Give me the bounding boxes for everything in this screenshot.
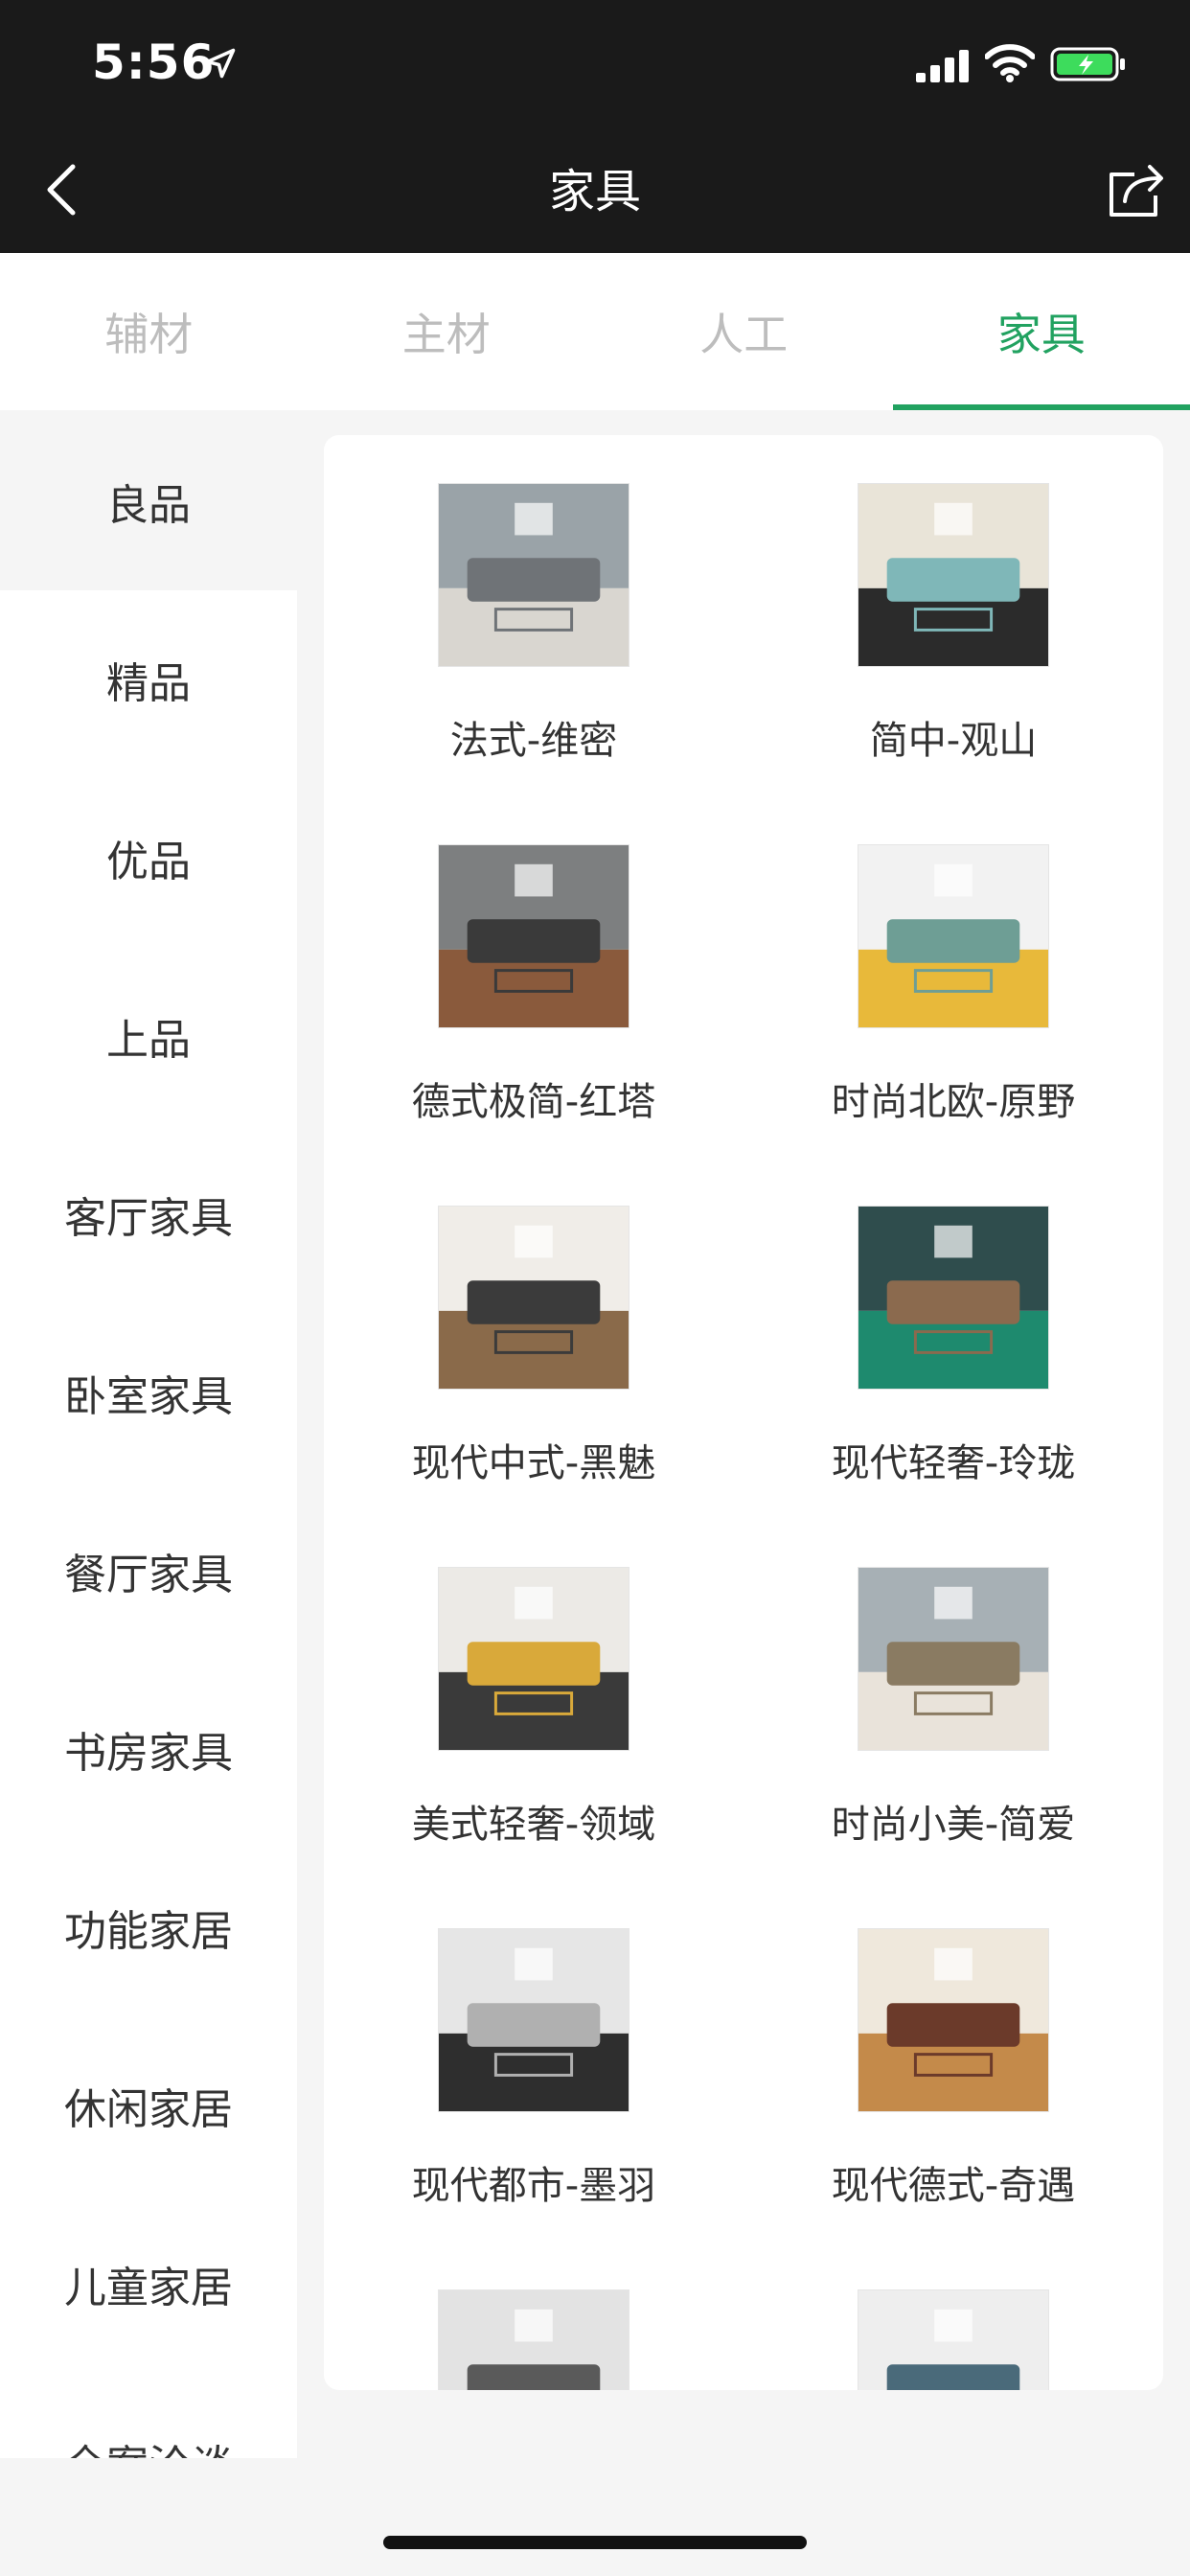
wifi-icon	[985, 44, 1035, 82]
product-label: 美式轻奢-领域	[411, 1803, 656, 1847]
tab-labor[interactable]: 人工	[595, 253, 893, 410]
tab-auxiliary[interactable]: 辅材	[0, 253, 298, 410]
sidebar-item-living-room[interactable]: 客厅家具	[0, 1125, 297, 1303]
sidebar-item-full-case[interactable]: 全案洽谈	[0, 2373, 297, 2458]
product-card[interactable]: 现代轻奢-玲珑	[744, 1206, 1163, 1567]
product-image	[438, 1567, 629, 1751]
product-image	[438, 483, 629, 667]
page-title: 家具	[548, 165, 641, 218]
sidebar-item-bedroom[interactable]: 卧室家具	[0, 1303, 297, 1482]
product-card[interactable]: 时尚小美-简爱	[744, 1567, 1163, 1928]
product-label: 现代中式-黑魅	[411, 1441, 656, 1485]
product-label: 简中-观山	[869, 719, 1038, 763]
product-card[interactable]: 现代都市-墨羽	[324, 1928, 744, 2289]
product-label: 现代轻奢-玲珑	[831, 1441, 1076, 1485]
product-image	[438, 844, 629, 1028]
sidebar-item-liangpin[interactable]: 良品	[0, 412, 297, 590]
product-card[interactable]: 现代德式-奇遇	[744, 1928, 1163, 2289]
sidebar-item-study[interactable]: 书房家具	[0, 1660, 297, 1838]
product-card[interactable]	[744, 2289, 1163, 2390]
sidebar-item-children[interactable]: 儿童家居	[0, 2195, 297, 2373]
tab-furniture[interactable]: 家具	[892, 253, 1190, 410]
home-indicator	[383, 2536, 807, 2549]
sidebar-item-dining-room[interactable]: 餐厅家具	[0, 1482, 297, 1660]
product-label: 时尚小美-简爱	[831, 1803, 1076, 1847]
product-image	[858, 844, 1049, 1028]
top-bar: 5:56 家具	[0, 0, 1190, 253]
sidebar-item-functional[interactable]: 功能家居	[0, 1838, 297, 2016]
tab-main-material[interactable]: 主材	[298, 253, 596, 410]
product-image	[438, 2289, 629, 2390]
product-image	[858, 1567, 1049, 1751]
product-image	[858, 2289, 1049, 2390]
location-arrow-icon	[205, 48, 236, 79]
sidebar-item-jingpin[interactable]: 精品	[0, 590, 297, 769]
category-tabs: 辅材 主材 人工 家具	[0, 253, 1190, 410]
product-card[interactable]: 德式极简-红塔	[324, 844, 744, 1206]
product-card[interactable]: 现代中式-黑魅	[324, 1206, 744, 1567]
status-time: 5:56	[92, 34, 216, 90]
product-label: 现代德式-奇遇	[831, 2164, 1076, 2208]
cellular-signal-icon	[916, 50, 969, 82]
product-image	[858, 1206, 1049, 1390]
product-grid: 法式-维密 简中-观山德式极简-红塔 时尚北欧-原野现代中式-黑魅 现代轻奢-玲珑美式…	[324, 435, 1163, 2390]
battery-charging-icon	[1050, 47, 1125, 81]
sidebar-item-leisure[interactable]: 休闲家居	[0, 2016, 297, 2195]
product-image	[438, 1206, 629, 1390]
product-label: 现代都市-墨羽	[411, 2164, 656, 2208]
share-icon[interactable]	[1106, 161, 1167, 218]
category-sidebar: 良品 精品 优品 上品 客厅家具 卧室家具 餐厅家具 书房家具 功能家居 休闲家…	[0, 412, 297, 2458]
product-label: 德式极简-红塔	[411, 1080, 656, 1124]
product-panel: 法式-维密 简中-观山德式极简-红塔 时尚北欧-原野现代中式-黑魅 现代轻奢-玲珑美式…	[324, 435, 1163, 2390]
product-card[interactable]: 法式-维密	[324, 483, 744, 844]
sidebar-item-shangpin[interactable]: 上品	[0, 947, 297, 1125]
product-card[interactable]	[324, 2289, 744, 2390]
product-label: 法式-维密	[449, 719, 618, 763]
product-card[interactable]: 美式轻奢-领域	[324, 1567, 744, 1928]
product-image	[438, 1928, 629, 2112]
product-image	[858, 1928, 1049, 2112]
product-card[interactable]: 时尚北欧-原野	[744, 844, 1163, 1206]
product-card[interactable]: 简中-观山	[744, 483, 1163, 844]
product-image	[858, 483, 1049, 667]
product-label: 时尚北欧-原野	[831, 1080, 1076, 1124]
sidebar-item-youpin[interactable]: 优品	[0, 769, 297, 947]
